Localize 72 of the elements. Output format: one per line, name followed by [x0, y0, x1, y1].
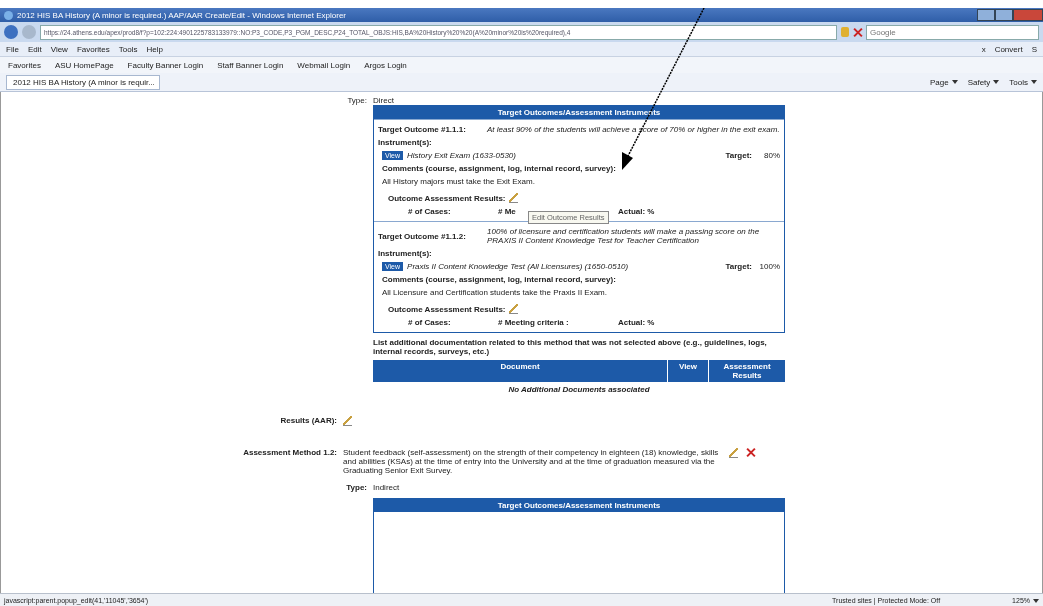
panel-header: Target Outcomes/Assessment Instruments [374, 106, 784, 119]
field-label: Type: [346, 96, 367, 105]
field-label: Type: [345, 483, 367, 492]
caret-icon [951, 80, 958, 85]
panel-header: Target Outcomes/Assessment Instruments [374, 499, 784, 512]
favorites-link[interactable]: Webmail Login [297, 60, 351, 70]
meeting-label: # Meeting criteria : [498, 318, 570, 327]
menu-item[interactable]: File [6, 44, 19, 54]
command-menu[interactable]: Tools [1009, 77, 1028, 87]
target-label: Target: [725, 262, 752, 271]
favorites-link[interactable]: Faculty Banner Login [127, 60, 204, 70]
favorites-link[interactable]: Argos Login [364, 60, 407, 70]
command-menu[interactable]: Page [929, 77, 949, 87]
documentation-note: List additional documentation related to this method that was not selected above (e.g., guidelines, logs, internal records, surveys, etc.) [373, 338, 768, 356]
menu-item[interactable]: Favorites [76, 44, 110, 54]
outcome-text: 100% of licensure and certification students will make a passing score on the PRAXIS II Content Knowledge Test for Teacher Certification [487, 227, 761, 245]
maximize-button[interactable] [995, 9, 1013, 21]
results-label: Results (AAR): [279, 416, 337, 425]
caret-icon [1033, 598, 1039, 603]
cases-label: # of Cases: [408, 318, 452, 327]
convert-button[interactable]: Convert [994, 44, 1023, 54]
target-value: 80% [763, 151, 780, 160]
search-field[interactable]: Google [866, 24, 1039, 40]
pencil-icon[interactable] [508, 193, 518, 203]
menu-item[interactable]: Tools [118, 44, 138, 54]
browser-icon [4, 10, 13, 20]
method-label: Assessment Method 1.2: [242, 448, 337, 457]
instrument-name: Praxis II Content Knowledge Test (All Licensures) (1650-0510) [407, 262, 629, 271]
target-value: 100% [758, 262, 780, 271]
close-toolbar-button[interactable]: x [981, 44, 986, 54]
browser-tab[interactable]: 2012 HIS BA History (A minor is requir... [6, 74, 160, 90]
cases-label: # of Cases: [408, 207, 452, 216]
menu-item[interactable]: View [50, 44, 68, 54]
outcome-label: Target Outcome #1.1.2: [378, 231, 467, 241]
toolbar-button[interactable]: S [1031, 44, 1037, 54]
column-header: Assessment Results [709, 360, 785, 382]
pencil-icon[interactable] [343, 416, 352, 426]
method-text: Student feedback (self-assessment) on the strength of their competency in eighteen (18) knowledge, skills and abilities (KSAs) at the time of entry into the University and at the time of graduation measured via the Graduating Senior Exit Survey. [343, 448, 720, 475]
instruments-label: Instrument(s): [378, 249, 433, 258]
comments-label: Comments (course, assignment, log, internal record, survey): [381, 275, 617, 284]
close-button[interactable] [1013, 9, 1043, 21]
column-header: View [668, 360, 708, 382]
type-value: Indirect [373, 483, 400, 492]
type-value: Direct [373, 96, 394, 105]
outcome-text: At least 90% of the students will achieve a score of 70% or higher in the exit exam. [487, 125, 780, 134]
menu-item[interactable]: Edit [27, 44, 42, 54]
actual-label: Actual: % [618, 207, 655, 216]
command-menu[interactable]: Safety [967, 77, 991, 87]
pencil-icon[interactable] [508, 304, 518, 314]
column-header: Document [373, 360, 667, 382]
comments-text: All Licensure and Certification students take the Praxis II Exam. [381, 288, 608, 297]
window-title: 2012 HIS BA History (A minor is required.) AAP/AAR Create/Edit - Windows Internet Explorer [17, 10, 347, 20]
actual-label: Actual: % [618, 318, 655, 327]
caret-icon [1031, 80, 1037, 85]
instrument-name: History Exit Exam (1633-0530) [407, 151, 516, 160]
comments-text: All History majors must take the Exit Exam. [381, 177, 536, 186]
favorites-link[interactable]: Staff Banner Login [217, 60, 284, 70]
results-label: Outcome Assessment Results: [388, 304, 506, 314]
outcome-label: Target Outcome #1.1.1: [378, 125, 467, 134]
empty-message: No Additional Documents associated [507, 385, 651, 394]
target-label: Target: [725, 151, 752, 160]
caret-icon [993, 80, 1000, 85]
back-button[interactable] [4, 25, 18, 39]
minimize-button[interactable] [977, 9, 995, 21]
results-label: Outcome Assessment Results: [388, 193, 506, 203]
menu-item[interactable]: Help [146, 44, 163, 54]
favorites-link[interactable]: ASU HomePage [54, 60, 114, 70]
favorites-button[interactable]: Favorites [8, 60, 41, 70]
pencil-icon[interactable] [729, 448, 738, 458]
instruments-label: Instrument(s): [378, 138, 433, 147]
meeting-label: # Me [498, 207, 517, 216]
comments-label: Comments (course, assignment, log, internal record, survey): [381, 164, 617, 173]
